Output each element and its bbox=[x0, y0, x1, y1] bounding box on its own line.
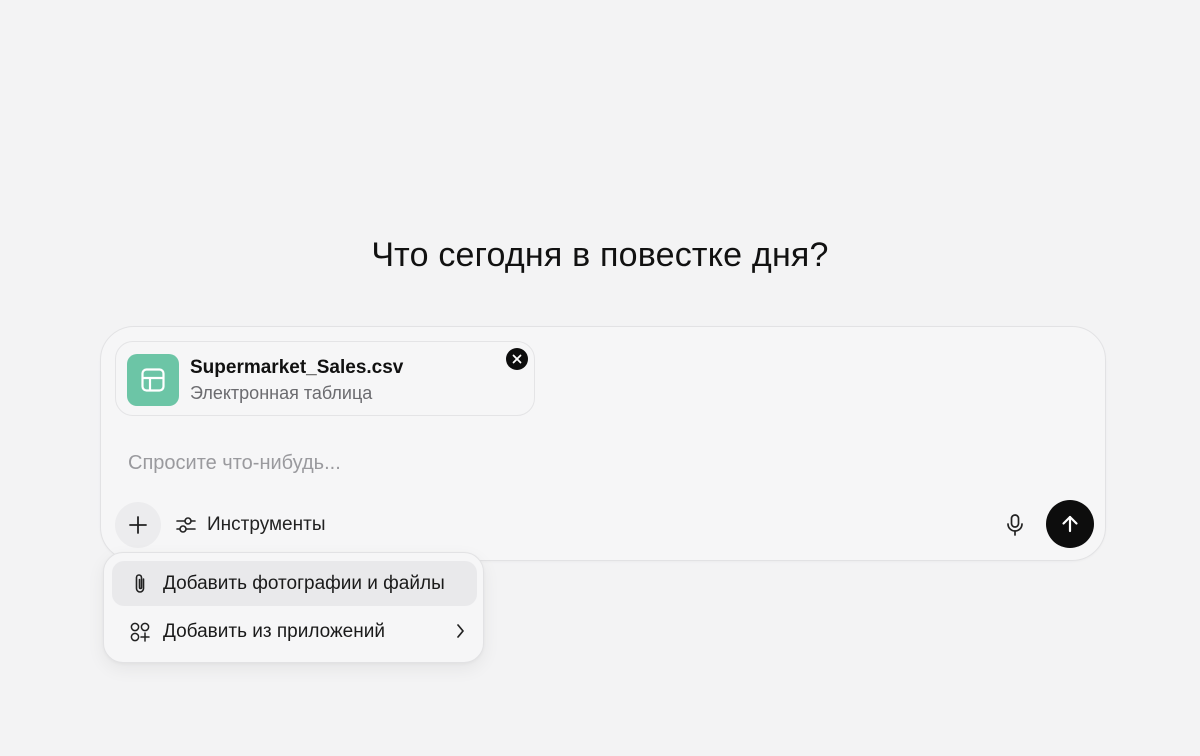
page-headline: Что сегодня в повестке дня? bbox=[371, 236, 829, 274]
attachment-card[interactable]: Supermarket_Sales.csv Электронная таблиц… bbox=[115, 341, 535, 416]
plus-icon bbox=[129, 516, 147, 534]
attach-menu: Добавить фотографии и файлы Добавить из … bbox=[103, 552, 484, 663]
arrow-up-icon bbox=[1062, 515, 1078, 533]
paperclip-icon bbox=[126, 572, 154, 596]
menu-item-add-photos-files[interactable]: Добавить фотографии и файлы bbox=[112, 561, 477, 606]
menu-item-label: Добавить из приложений bbox=[163, 620, 385, 642]
prompt-input[interactable] bbox=[128, 447, 988, 479]
menu-item-label: Добавить фотографии и файлы bbox=[163, 572, 445, 594]
remove-attachment-button[interactable] bbox=[506, 348, 528, 370]
message-composer: Supermarket_Sales.csv Электронная таблиц… bbox=[100, 326, 1106, 561]
chevron-right-icon bbox=[455, 622, 465, 645]
voice-input-button[interactable] bbox=[997, 507, 1033, 543]
apps-icon bbox=[126, 621, 154, 643]
spreadsheet-icon bbox=[127, 354, 179, 406]
attachment-file-type: Электронная таблица bbox=[190, 383, 373, 403]
add-attachment-button[interactable] bbox=[115, 502, 161, 548]
tools-button[interactable]: Инструменты bbox=[171, 507, 329, 543]
menu-item-add-from-apps[interactable]: Добавить из приложений bbox=[112, 609, 477, 654]
attachment-file-name: Supermarket_Sales.csv bbox=[190, 357, 404, 378]
microphone-icon bbox=[1007, 514, 1023, 536]
sliders-icon bbox=[176, 517, 196, 533]
chat-home-page: Что сегодня в повестке дня? Supermarket_… bbox=[0, 0, 1200, 756]
close-icon bbox=[512, 354, 522, 364]
send-button[interactable] bbox=[1046, 500, 1094, 548]
tools-label: Инструменты bbox=[207, 514, 326, 535]
